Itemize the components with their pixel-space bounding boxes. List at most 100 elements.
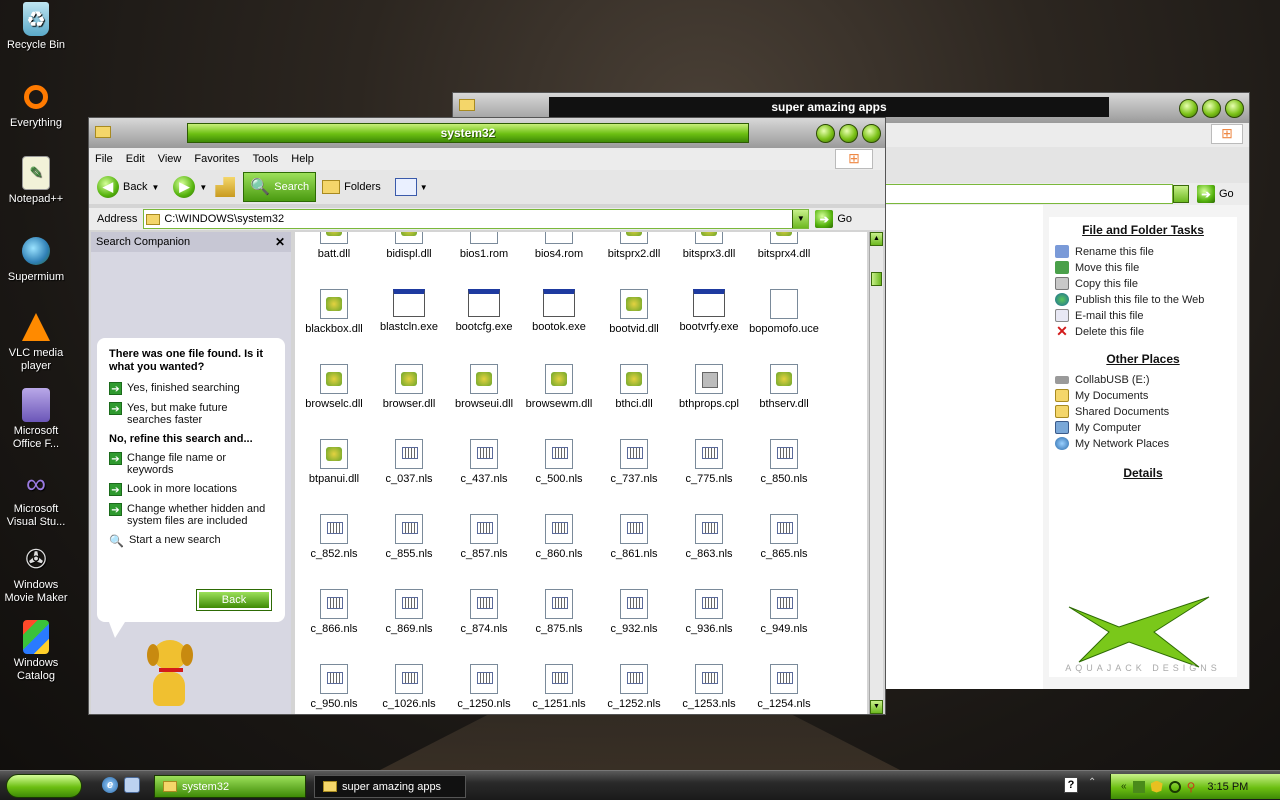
- file-item[interactable]: bitsprx4.dll: [746, 232, 822, 260]
- menu-file[interactable]: File: [95, 153, 113, 165]
- scrollbar-thumb[interactable]: [871, 272, 882, 286]
- file-item[interactable]: c_1252.nls: [596, 664, 672, 710]
- search-dog-icon[interactable]: [143, 636, 195, 708]
- task-copy[interactable]: Copy this file: [1055, 277, 1237, 290]
- vertical-scrollbar[interactable]: ▲ ▼: [869, 232, 883, 714]
- file-item[interactable]: c_1253.nls: [671, 664, 747, 710]
- show-desktop-icon[interactable]: [124, 777, 140, 793]
- file-item[interactable]: c_869.nls: [371, 589, 447, 635]
- minimize-button[interactable]: [816, 124, 835, 143]
- file-item[interactable]: browsewm.dll: [521, 364, 597, 410]
- task-email[interactable]: E-mail this file: [1055, 309, 1237, 322]
- desktop-icon-office[interactable]: Microsoft Office F...: [4, 388, 68, 451]
- menu-edit[interactable]: Edit: [126, 153, 145, 165]
- file-item[interactable]: c_852.nls: [296, 514, 372, 560]
- file-item[interactable]: browselc.dll: [296, 364, 372, 410]
- chevron-down-icon[interactable]: ▼: [420, 183, 428, 192]
- desktop-icon-visual-studio[interactable]: ∞ Microsoft Visual Stu...: [4, 466, 68, 529]
- back-button-companion[interactable]: Back: [196, 589, 272, 611]
- file-item[interactable]: c_737.nls: [596, 439, 672, 485]
- places-heading[interactable]: Other Places: [1049, 352, 1237, 366]
- file-item[interactable]: c_932.nls: [596, 589, 672, 635]
- file-item[interactable]: c_860.nls: [521, 514, 597, 560]
- file-item[interactable]: bootvid.dll: [596, 289, 672, 335]
- views-button[interactable]: ▼: [394, 178, 428, 196]
- title-bar[interactable]: system32: [89, 118, 885, 148]
- internet-explorer-icon[interactable]: e: [102, 777, 118, 793]
- option-change-name[interactable]: ➔ Change file name or keywords: [109, 452, 273, 476]
- option-finished-searching[interactable]: ➔ Yes, finished searching: [109, 382, 273, 395]
- file-item[interactable]: c_875.nls: [521, 589, 597, 635]
- file-item[interactable]: c_1254.nls: [746, 664, 822, 710]
- place-shared-documents[interactable]: Shared Documents: [1055, 405, 1237, 418]
- start-button[interactable]: [6, 774, 82, 798]
- option-faster-searches[interactable]: ➔ Yes, but make future searches faster: [109, 402, 273, 426]
- search-button[interactable]: 🔍 Search: [243, 172, 317, 202]
- file-item[interactable]: bitsprx2.dll: [596, 232, 672, 260]
- up-folder-icon[interactable]: [215, 177, 236, 197]
- file-item[interactable]: bios1.rom: [446, 232, 522, 260]
- desktop-icon-movie-maker[interactable]: ✇ Windows Movie Maker: [4, 542, 68, 605]
- file-item[interactable]: bthci.dll: [596, 364, 672, 410]
- menu-favorites[interactable]: Favorites: [194, 153, 239, 165]
- task-publish[interactable]: Publish this file to the Web: [1055, 293, 1237, 306]
- desktop-icon-everything[interactable]: Everything: [4, 80, 68, 130]
- file-item[interactable]: bootvrfy.exe: [671, 289, 747, 333]
- file-item[interactable]: c_866.nls: [296, 589, 372, 635]
- file-item[interactable]: batt.dll: [296, 232, 372, 260]
- desktop-icon-recycle-bin[interactable]: ♻ Recycle Bin: [4, 2, 68, 52]
- maximize-button[interactable]: [1202, 99, 1221, 118]
- option-hidden-files[interactable]: ➔ Change whether hidden and system files …: [109, 503, 273, 527]
- address-input[interactable]: C:\WINDOWS\system32 ▼: [143, 209, 810, 229]
- file-item[interactable]: bitsprx3.dll: [671, 232, 747, 260]
- maximize-button[interactable]: [839, 124, 858, 143]
- details-heading[interactable]: Details: [1049, 466, 1237, 480]
- scroll-down-arrow-icon[interactable]: ▼: [870, 700, 883, 714]
- file-item[interactable]: c_936.nls: [671, 589, 747, 635]
- task-rename[interactable]: Rename this file: [1055, 245, 1237, 258]
- file-item[interactable]: bootcfg.exe: [446, 289, 522, 333]
- file-item[interactable]: bopomofo.uce: [746, 289, 822, 335]
- place-my-computer[interactable]: My Computer: [1055, 421, 1237, 434]
- close-icon[interactable]: ✕: [275, 235, 285, 249]
- file-item[interactable]: bootok.exe: [521, 289, 597, 333]
- file-item[interactable]: bios4.rom: [521, 232, 597, 260]
- file-item[interactable]: c_775.nls: [671, 439, 747, 485]
- file-item[interactable]: c_865.nls: [746, 514, 822, 560]
- network-tray-icon[interactable]: [1132, 780, 1145, 793]
- desktop-icon-supermium[interactable]: Supermium: [4, 234, 68, 284]
- search-tray-icon[interactable]: ⚲: [1187, 780, 1196, 794]
- chevron-down-icon[interactable]: ▼: [199, 183, 207, 192]
- chevron-down-icon[interactable]: ▼: [792, 210, 809, 228]
- file-item[interactable]: browser.dll: [371, 364, 447, 410]
- place-my-documents[interactable]: My Documents: [1055, 389, 1237, 402]
- start-new-search[interactable]: 🔍 Start a new search: [109, 534, 273, 548]
- forward-button[interactable]: ▶ ▼: [173, 176, 207, 198]
- file-list[interactable]: batt.dll bidispl.dll bios1.rom bios4.rom bit…: [295, 232, 867, 714]
- file-item[interactable]: c_857.nls: [446, 514, 522, 560]
- file-item[interactable]: c_1251.nls: [521, 664, 597, 710]
- file-item[interactable]: c_500.nls: [521, 439, 597, 485]
- chevron-left-icon[interactable]: «: [1121, 781, 1127, 792]
- file-item[interactable]: c_950.nls: [296, 664, 372, 710]
- desktop-icon-vlc[interactable]: VLC media player: [4, 310, 68, 373]
- file-item[interactable]: bthserv.dll: [746, 364, 822, 410]
- file-item[interactable]: btpanui.dll: [296, 439, 372, 485]
- place-network[interactable]: My Network Places: [1055, 437, 1237, 450]
- scroll-up-arrow-icon[interactable]: ▲: [870, 232, 883, 246]
- file-item[interactable]: c_850.nls: [746, 439, 822, 485]
- close-button[interactable]: [862, 124, 881, 143]
- taskbar-item-system32[interactable]: system32: [154, 775, 306, 798]
- close-button[interactable]: [1225, 99, 1244, 118]
- task-move[interactable]: Move this file: [1055, 261, 1237, 274]
- menu-help[interactable]: Help: [291, 153, 314, 165]
- folders-button[interactable]: Folders: [322, 180, 381, 194]
- taskbar-item-super-amazing-apps[interactable]: super amazing apps: [314, 775, 466, 798]
- desktop-icon-catalog[interactable]: Windows Catalog: [4, 620, 68, 683]
- minimize-button[interactable]: [1179, 99, 1198, 118]
- volume-icon[interactable]: [1168, 780, 1181, 793]
- file-item[interactable]: bidispl.dll: [371, 232, 447, 260]
- file-item[interactable]: c_855.nls: [371, 514, 447, 560]
- desktop-icon-notepad[interactable]: ✎ Notepad++: [4, 156, 68, 206]
- file-item[interactable]: c_1250.nls: [446, 664, 522, 710]
